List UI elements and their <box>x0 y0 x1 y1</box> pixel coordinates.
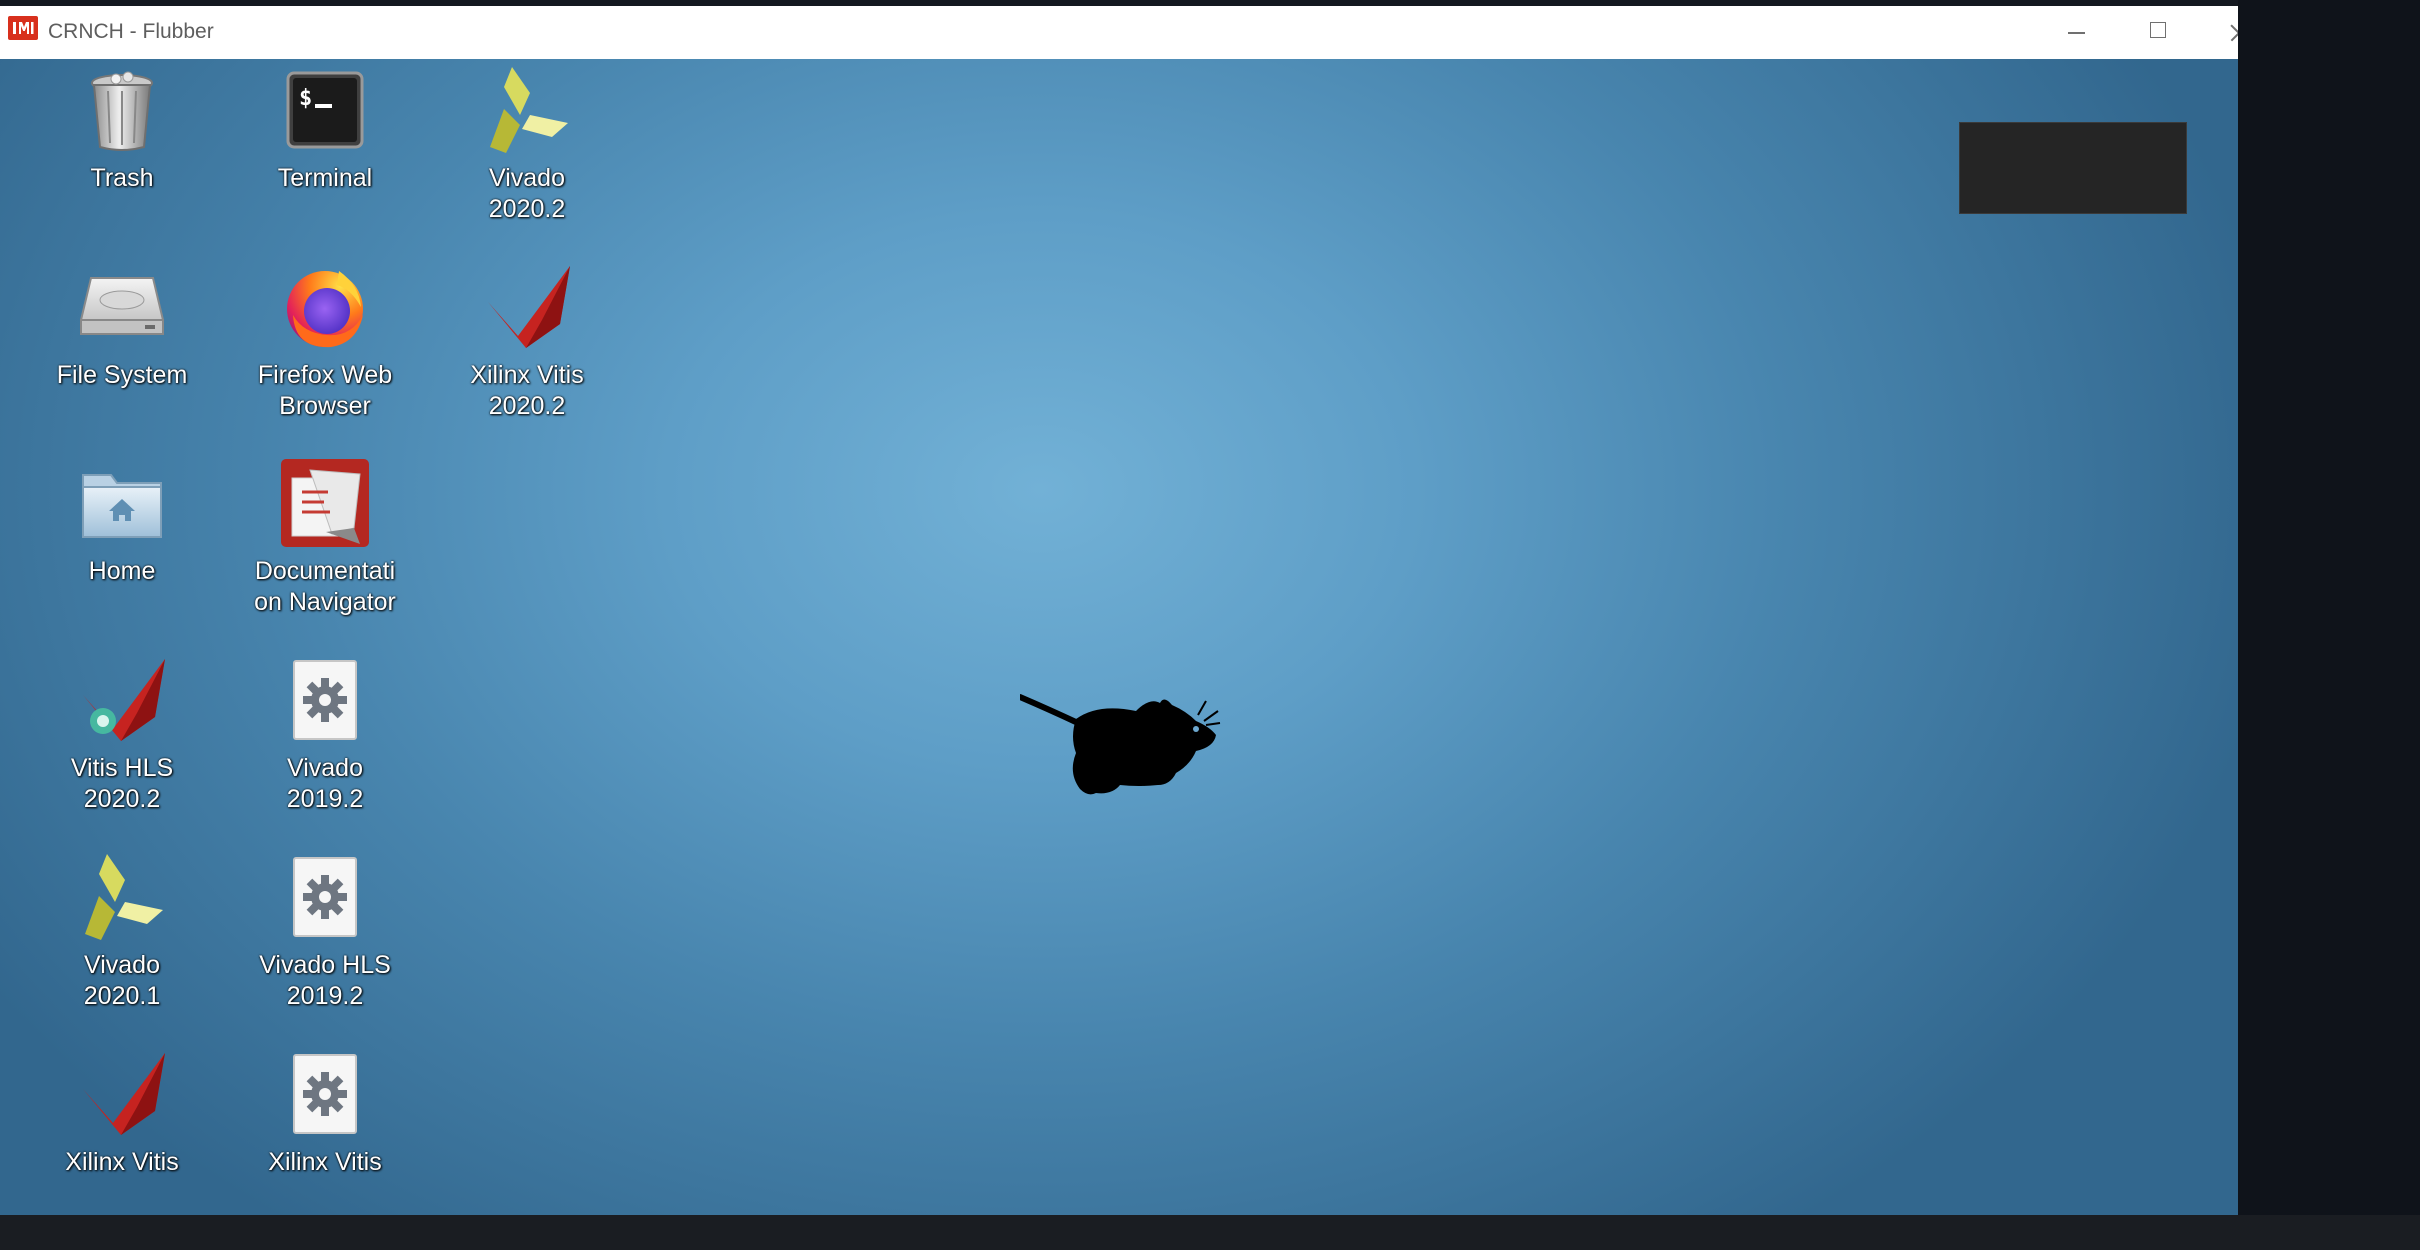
trash-icon <box>77 65 167 155</box>
desktop-icon-terminal[interactable]: $ Terminal <box>235 59 415 229</box>
desktop-icon-label: Vivado 2020.2 <box>488 164 566 223</box>
window-title: CRNCH - Flubber <box>48 20 214 43</box>
panel-widget[interactable] <box>1959 122 2187 214</box>
desktop-icon-label: Vivado HLS 2019.2 <box>259 951 391 1010</box>
desktop-icon-file-system[interactable]: File System <box>32 256 212 426</box>
desktop-icon-vivado-2020-1[interactable]: Vivado 2020.1 <box>32 846 212 1016</box>
close-button[interactable] <box>2200 6 2238 59</box>
desktop-icon-vivado-2020-2[interactable]: Vivado 2020.2 <box>437 59 617 229</box>
desktop-icon-label: Firefox Web Browser <box>257 361 393 420</box>
desktop-icon-label: Vivado 2019.2 <box>286 754 364 813</box>
remote-desktop-window: CRNCH - Flubber Trash File System Home V… <box>0 6 2238 1215</box>
home-folder-icon <box>77 458 167 548</box>
gear-icon <box>280 852 370 942</box>
desktop-icon-label: Terminal <box>277 164 373 192</box>
drive-icon <box>77 262 167 352</box>
screen-bottom-edge <box>0 1215 2420 1250</box>
title-bar[interactable]: CRNCH - Flubber <box>0 6 2238 60</box>
iml-icon <box>8 16 38 40</box>
desktop-area[interactable]: Trash File System Home Vitis HLS 2020.2 … <box>0 59 2238 1215</box>
desktop-icon-label: File System <box>56 361 188 389</box>
vitis-hls-icon <box>77 655 167 745</box>
desktop-icon-label: Xilinx Vitis <box>268 1148 382 1176</box>
desktop-icon-home[interactable]: Home <box>32 452 212 622</box>
vitis-icon <box>77 1049 167 1139</box>
desktop-icon-label: Xilinx Vitis 2020.2 <box>470 361 584 420</box>
vivado-icon <box>77 852 167 942</box>
minimize-button[interactable] <box>2041 6 2111 59</box>
desktop-icon-doc-navigator[interactable]: Documentati on Navigator <box>235 452 415 622</box>
desktop-icon-xilinx-vitis-gear[interactable]: Xilinx Vitis <box>235 1043 415 1213</box>
firefox-icon <box>280 262 370 352</box>
gear-icon <box>280 655 370 745</box>
desktop-icon-vitis-hls[interactable]: Vitis HLS 2020.2 <box>32 649 212 819</box>
desktop-icon-label: Xilinx Vitis <box>65 1148 179 1176</box>
desktop-icon-vivado-hls-2019-2[interactable]: Vivado HLS 2019.2 <box>235 846 415 1016</box>
maximize-button[interactable] <box>2123 6 2193 59</box>
desktop-icon-label: Trash <box>90 164 154 192</box>
screen-right-edge <box>2238 0 2420 1250</box>
svg-text:$: $ <box>299 86 312 111</box>
desktop-icon-label: Documentati on Navigator <box>254 557 396 616</box>
gear-icon <box>280 1049 370 1139</box>
desktop-icon-label: Vivado 2020.1 <box>83 951 161 1010</box>
vitis-icon <box>482 262 572 352</box>
desktop-icon-trash[interactable]: Trash <box>32 59 212 229</box>
terminal-icon: $ <box>280 65 370 155</box>
vivado-icon <box>482 65 572 155</box>
docnav-icon <box>280 458 370 548</box>
desktop-icon-label: Home <box>88 557 156 585</box>
desktop-icon-xilinx-vitis-2020-2[interactable]: Xilinx Vitis 2020.2 <box>437 256 617 426</box>
desktop-icon-firefox[interactable]: Firefox Web Browser <box>235 256 415 426</box>
desktop-icon-vivado-2019-2[interactable]: Vivado 2019.2 <box>235 649 415 819</box>
desktop-icon-xilinx-vitis-bottom[interactable]: Xilinx Vitis <box>32 1043 212 1213</box>
xfce-mouse-logo <box>1017 693 1240 818</box>
desktop-icon-label: Vitis HLS 2020.2 <box>70 754 174 813</box>
